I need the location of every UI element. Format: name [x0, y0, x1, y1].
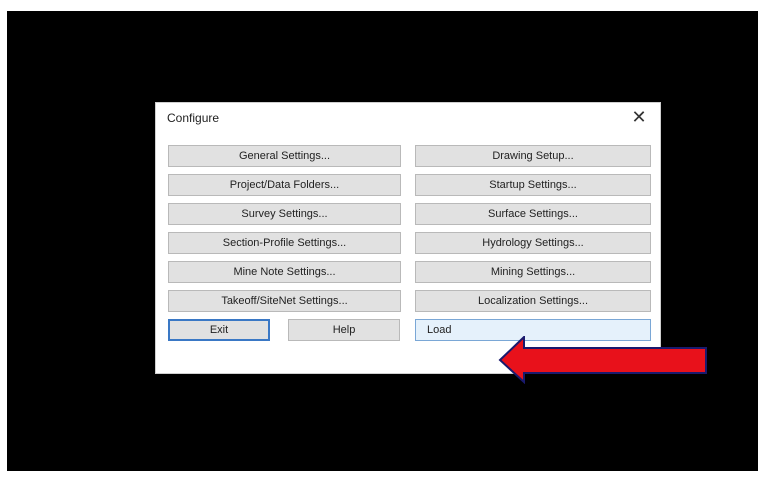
dialog-title: Configure: [167, 111, 220, 125]
localization-settings-button[interactable]: Localization Settings...: [415, 290, 651, 312]
dialog-titlebar: Configure ✕: [156, 103, 660, 133]
section-profile-settings-button[interactable]: Section-Profile Settings...: [168, 232, 401, 254]
startup-settings-button[interactable]: Startup Settings...: [415, 174, 651, 196]
drawing-setup-button[interactable]: Drawing Setup...: [415, 145, 651, 167]
help-button[interactable]: Help: [288, 319, 400, 341]
red-arrow-icon: [498, 336, 707, 384]
project-data-folders-button[interactable]: Project/Data Folders...: [168, 174, 401, 196]
hydrology-settings-button[interactable]: Hydrology Settings...: [415, 232, 651, 254]
exit-button[interactable]: Exit: [168, 319, 270, 341]
survey-settings-button[interactable]: Survey Settings...: [168, 203, 401, 225]
configure-dialog: Configure ✕ General Settings... Project/…: [155, 102, 661, 374]
mine-note-settings-button[interactable]: Mine Note Settings...: [168, 261, 401, 283]
close-icon[interactable]: ✕: [628, 106, 650, 128]
surface-settings-button[interactable]: Surface Settings...: [415, 203, 651, 225]
red-arrow-shape: [498, 336, 707, 384]
takeoff-sitenet-settings-button[interactable]: Takeoff/SiteNet Settings...: [168, 290, 401, 312]
general-settings-button[interactable]: General Settings...: [168, 145, 401, 167]
mining-settings-button[interactable]: Mining Settings...: [415, 261, 651, 283]
